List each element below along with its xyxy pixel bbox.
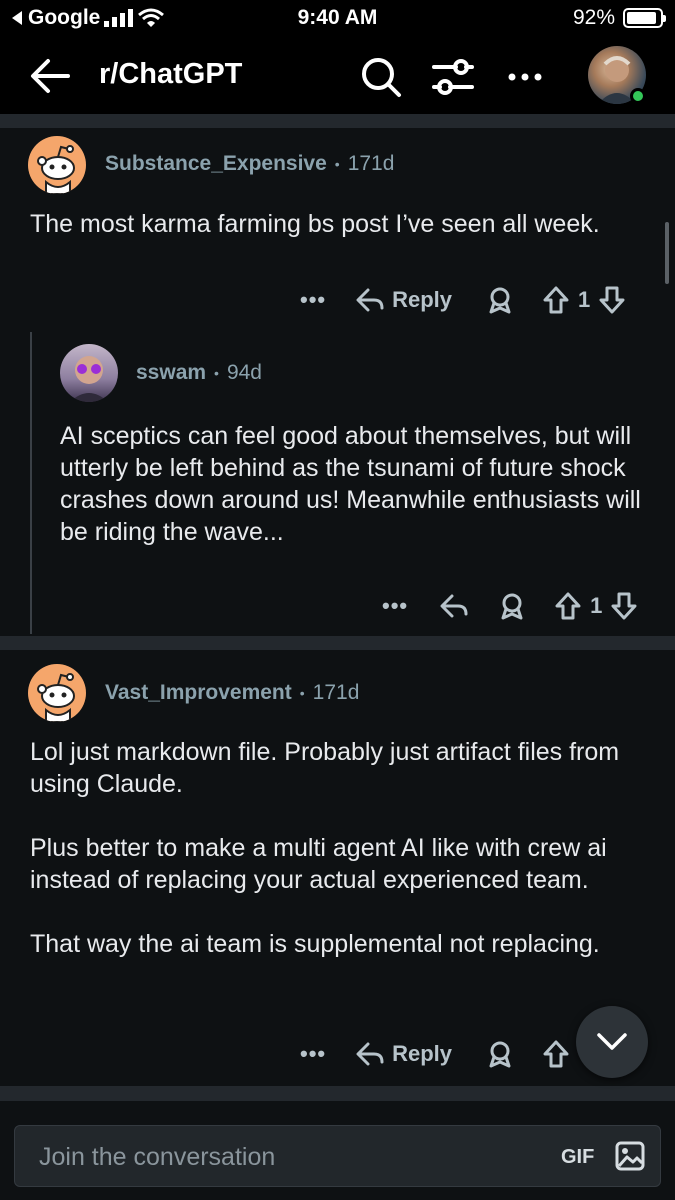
- header: r/ChatGPT: [0, 40, 675, 114]
- reply-icon[interactable]: [440, 594, 468, 618]
- vote-count: 1: [590, 593, 603, 618]
- reply-username[interactable]: sswam: [136, 361, 206, 385]
- meta-separator: •: [334, 156, 340, 172]
- more-options-button[interactable]: •••: [382, 593, 408, 619]
- thread-line[interactable]: [30, 332, 32, 634]
- more-options-button[interactable]: •••: [300, 1041, 326, 1067]
- section-divider: [0, 636, 675, 650]
- battery-icon: [623, 8, 666, 28]
- comment-input-placeholder: Join the conversation: [39, 1143, 276, 1171]
- upvote-icon[interactable]: [542, 1040, 570, 1068]
- comment-body: Lol just markdown file. Probably just ar…: [30, 738, 620, 958]
- award-icon[interactable]: [498, 592, 526, 620]
- comment-meta: Substance_Expensive • 171d: [105, 152, 394, 176]
- comment-age: 171d: [347, 152, 395, 175]
- chevron-down-icon: [597, 1033, 627, 1050]
- award-icon[interactable]: [486, 286, 514, 314]
- reply-meta: sswam • 94d: [136, 361, 262, 385]
- comment-actions: ••• Reply: [300, 1040, 570, 1068]
- snoo-icon: [37, 673, 75, 722]
- gif-button[interactable]: GIF: [561, 1146, 594, 1169]
- scrollbar[interactable]: [665, 222, 669, 284]
- reply-age: 94d: [226, 361, 262, 384]
- downvote-icon[interactable]: [610, 592, 638, 620]
- comment-username[interactable]: Vast_Improvement: [105, 681, 292, 705]
- more-icon[interactable]: [504, 56, 546, 98]
- composer-bar: Join the conversation GIF: [0, 1100, 675, 1200]
- status-right: 92%: [572, 6, 666, 30]
- status-bar: Google 9:40 AM 92%: [0, 0, 675, 40]
- back-arrow-icon[interactable]: [28, 56, 72, 96]
- comment-meta: Vast_Improvement • 171d: [105, 681, 359, 705]
- comments-feed[interactable]: Substance_Expensive • 171d The most karm…: [0, 114, 675, 1100]
- snoo-avatar[interactable]: [28, 136, 86, 194]
- online-status-dot: [630, 88, 646, 104]
- meta-separator: •: [214, 365, 219, 381]
- more-options-button[interactable]: •••: [300, 287, 326, 313]
- subreddit-title[interactable]: r/ChatGPT: [99, 58, 242, 91]
- award-icon[interactable]: [486, 1040, 514, 1068]
- battery-percent: 92%: [572, 6, 615, 29]
- reply-icon[interactable]: [356, 1042, 384, 1066]
- downvote-icon[interactable]: [598, 286, 626, 314]
- image-icon[interactable]: [615, 1141, 645, 1171]
- search-icon[interactable]: [360, 56, 402, 98]
- reply-icon[interactable]: [356, 288, 384, 312]
- reply-button[interactable]: Reply: [392, 287, 452, 313]
- reply-body: AI sceptics can feel good about themselv…: [60, 422, 641, 546]
- user-avatar-sswam[interactable]: [60, 344, 118, 402]
- filter-icon[interactable]: [432, 56, 474, 98]
- comment-body: The most karma farming bs post I’ve seen…: [30, 210, 600, 238]
- snoo-avatar[interactable]: [28, 664, 86, 722]
- user-photo: [70, 356, 108, 402]
- meta-separator: •: [299, 685, 305, 701]
- vote-count: 1: [578, 287, 591, 312]
- comment-username[interactable]: Substance_Expensive: [105, 152, 327, 176]
- comment-age: 171d: [312, 681, 360, 704]
- comment-actions: ••• Reply 1: [300, 286, 626, 314]
- snoo-icon: [37, 145, 75, 194]
- scroll-down-button[interactable]: [576, 1006, 648, 1078]
- reply-actions: ••• 1: [382, 592, 638, 620]
- section-divider: [0, 114, 675, 128]
- comment-input[interactable]: Join the conversation GIF: [14, 1125, 661, 1187]
- reply-button[interactable]: Reply: [392, 1041, 452, 1067]
- upvote-icon[interactable]: [542, 286, 570, 314]
- section-divider: [0, 1086, 675, 1100]
- upvote-icon[interactable]: [554, 592, 582, 620]
- battery-level: [627, 12, 657, 24]
